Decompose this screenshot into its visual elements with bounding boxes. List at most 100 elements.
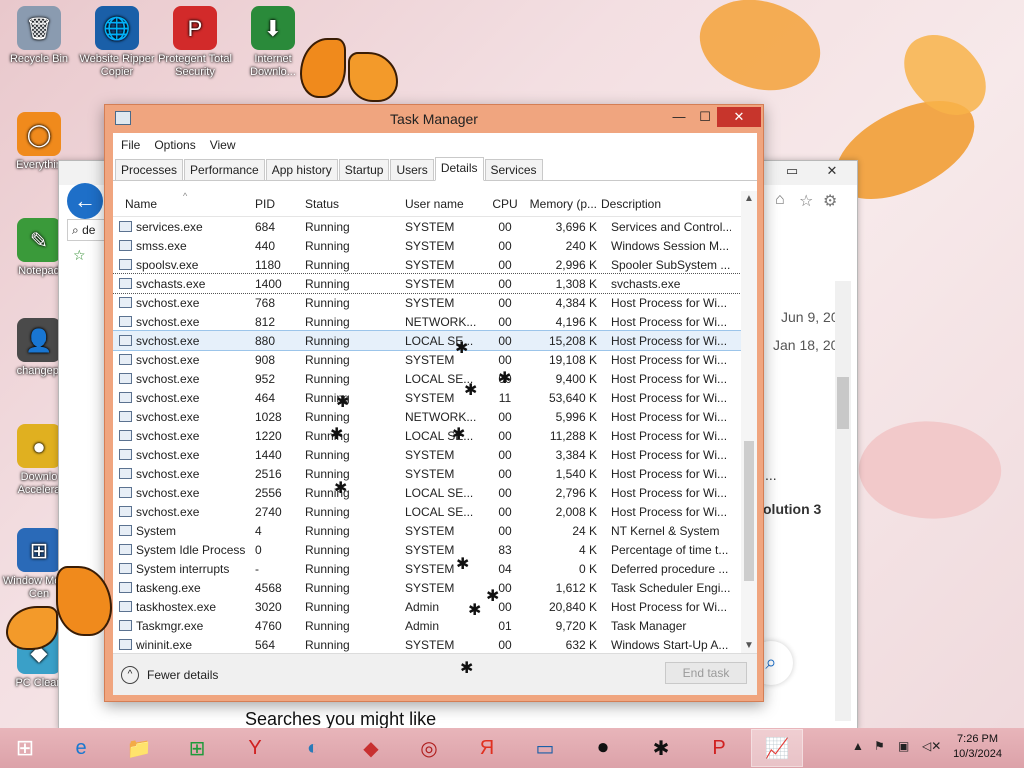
desktop-icon[interactable]: 🗑 Recycle Bin [0,6,78,66]
start-button[interactable]: ⊞ [0,730,50,766]
table-row[interactable]: svchost.exe 2516 Running SYSTEM 00 1,540 K Hos… [113,464,757,483]
scroll-up-icon[interactable]: ▲ [741,193,757,204]
table-row[interactable]: svchasts.exe 1400 Running SYSTEM 00 1,308 K sv… [113,273,757,294]
menu-view[interactable]: View [210,138,236,152]
desktop-icon[interactable]: 🌐 Website Ripper Copier [78,6,156,79]
scroll-thumb[interactable] [744,441,754,581]
column-header-status[interactable]: Status [305,197,405,211]
taskbar-button[interactable]: ◐ [288,730,338,766]
table-row[interactable]: wininit.exe 564 Running SYSTEM 00 632 K Window… [113,635,757,653]
volume-muted-icon[interactable]: ◁✕ [922,739,941,753]
show-hidden-icons-icon[interactable]: ▲ [852,739,864,753]
clock[interactable]: 7:26 PM 10/3/2024 [953,732,1002,762]
taskbar-button[interactable]: Y [230,730,280,766]
taskbar-button[interactable]: ⏺ [578,730,628,766]
table-row[interactable]: spoolsv.exe 1180 Running SYSTEM 00 2,996 K Spo… [113,255,757,274]
network-icon[interactable]: ▣ [898,739,909,753]
status-cell: Running [305,542,350,557]
table-row[interactable]: svchost.exe 952 Running LOCAL SE... 00 9,400 … [113,369,757,388]
table-row[interactable]: System Idle Process 0 Running SYSTEM 83 4 K Pe… [113,540,757,559]
table-row[interactable]: svchost.exe 908 Running SYSTEM 00 19,108 K Hos… [113,350,757,369]
cpu-cell: 00 [498,314,512,329]
tab-users[interactable]: Users [390,159,434,180]
taskbar-button[interactable]: Я [462,730,512,766]
taskbar-button[interactable]: P [694,730,744,766]
taskbar-button[interactable]: 📈 [751,729,803,767]
process-name-text: svchost.exe [136,409,200,424]
table-row[interactable]: services.exe 684 Running SYSTEM 00 3,696 K Ser… [113,217,757,236]
status-cell: Running [305,238,350,253]
column-header-description[interactable]: Description [601,197,731,211]
status-cell: Running [305,295,350,310]
menu-file[interactable]: File [121,138,140,152]
table-row[interactable]: svchost.exe 1220 Running LOCAL SE... 00 11,28… [113,426,757,445]
status-cell: Running [305,466,350,481]
minimize-button[interactable]: — [665,107,693,127]
scroll-down-icon[interactable]: ▼ [741,640,757,651]
close-button[interactable]: ✕ [717,107,761,127]
clock-date: 10/3/2024 [953,748,1002,760]
column-header-cpu[interactable]: CPU [487,197,523,211]
home-icon[interactable]: ⌂ [775,191,785,209]
menu-options[interactable]: Options [154,138,195,152]
table-row[interactable]: svchost.exe 2556 Running LOCAL SE... 00 2,796… [113,483,757,502]
tab-performance[interactable]: Performance [184,159,265,180]
table-row[interactable]: svchost.exe 1028 Running NETWORK... 00 5,996 … [113,407,757,426]
process-name-text: svchost.exe [136,485,200,500]
tab-services[interactable]: Services [484,159,543,180]
process-icon [119,582,132,593]
search-icon: ⌕ [72,223,79,237]
ant-icon: ✱ [330,426,344,443]
table-row[interactable]: svchost.exe 2740 Running LOCAL SE... 00 2,008… [113,502,757,521]
taskbar-button[interactable]: ◎ [404,730,454,766]
table-row[interactable]: System 4 Running SYSTEM 00 24 K NT Kernel & Sy… [113,521,757,540]
taskbar-button[interactable]: e [56,730,106,766]
table-row[interactable]: svchost.exe 1440 Running SYSTEM 00 3,384 K Hos… [113,445,757,464]
tab-details[interactable]: Details [434,157,484,181]
table-row[interactable]: smss.exe 440 Running SYSTEM 00 240 K Windows S… [113,236,757,255]
process-name-cell: svchost.exe [113,429,255,443]
taskbar-button[interactable]: ✱ [636,730,686,766]
taskbar-button[interactable]: ▭ [520,730,570,766]
gear-icon[interactable]: ⚙ [823,191,837,211]
result-title[interactable]: olution 3 [763,501,821,517]
internet-explorer-icon: e [75,736,87,759]
tab-processes[interactable]: Processes [115,159,184,180]
close-button[interactable]: ✕ [819,163,845,183]
end-task-button[interactable]: End task [665,662,747,684]
taskbar-button[interactable]: 📁 [114,730,164,766]
back-arrow-icon[interactable]: ← [67,183,103,219]
table-row[interactable]: svchost.exe 880 Running LOCAL SE... 00 15,208… [113,330,757,351]
cpu-cell: 00 [498,295,512,310]
browser-scrollbar[interactable] [835,281,851,721]
column-header-user[interactable]: User name [405,197,487,211]
desktop-icon[interactable]: P Protegent Total Security [156,6,234,79]
table-row[interactable]: taskhostex.exe 3020 Running Admin 00 20,840 K… [113,597,757,616]
table-row[interactable]: svchost.exe 812 Running NETWORK... 00 4,196 K… [113,312,757,331]
taskbar-button[interactable]: ⊞ [172,730,222,766]
process-name-text: svchost.exe [136,371,200,386]
flag-icon[interactable]: ⚑ [874,739,885,753]
tab-app-history[interactable]: App history [265,159,338,180]
star-icon[interactable]: ☆ [799,191,813,211]
maximize-button[interactable]: ☐ [691,107,719,127]
tab-startup[interactable]: Startup [338,159,390,180]
memory-cell: 2,796 K [555,485,597,500]
table-row[interactable]: Taskmgr.exe 4760 Running Admin 01 9,720 K Task… [113,616,757,635]
table-row[interactable]: taskeng.exe 4568 Running SYSTEM 00 1,612 K Tas… [113,578,757,597]
table-row[interactable]: svchost.exe 768 Running SYSTEM 00 4,384 K Host… [113,293,757,312]
task-manager-body: File Options View Processes Performance App … [113,133,757,695]
column-header-pid[interactable]: PID [255,197,305,211]
title-bar[interactable]: Task Manager — ☐ ✕ [105,105,763,133]
table-row[interactable]: System interrupts - Running SYSTEM 04 0 K Defe… [113,559,757,578]
taskbar-button[interactable]: ◆ [346,730,396,766]
searches-heading: Searches you might like [245,709,437,729]
table-scrollbar[interactable]: ▲ ▼ [741,191,757,653]
fewer-details-button[interactable]: ^ Fewer details [121,666,218,684]
column-header-memory[interactable]: Memory (p... [523,197,601,211]
task-manager-window[interactable]: Task Manager — ☐ ✕ File Options View Proce… [104,104,764,702]
favorites-star-icon[interactable]: ☆ [73,247,86,264]
scroll-thumb[interactable] [837,377,849,429]
minimize-button[interactable]: ▭ [779,163,805,183]
table-row[interactable]: svchost.exe 464 Running SYSTEM 11 53,640 K Hos… [113,388,757,407]
